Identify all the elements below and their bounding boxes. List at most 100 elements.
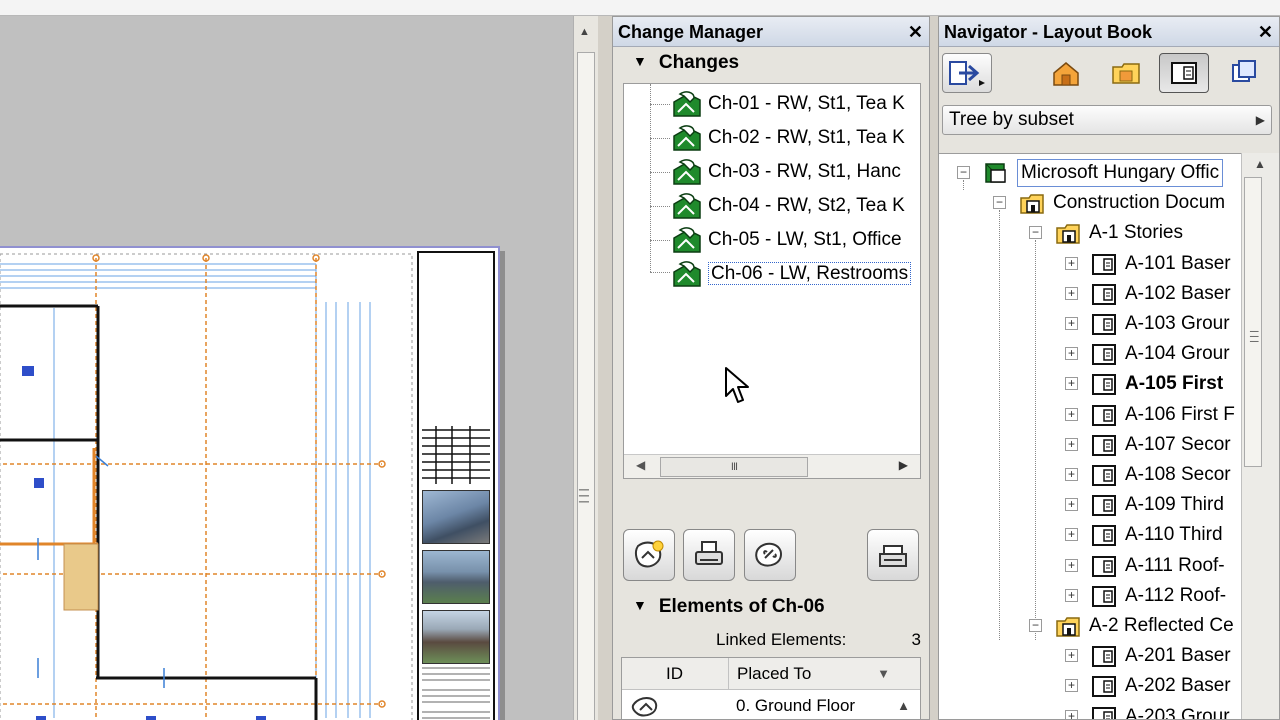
- expand-icon[interactable]: +: [1065, 347, 1078, 360]
- expand-icon[interactable]: +: [1065, 528, 1078, 541]
- layout-sheet[interactable]: [0, 246, 500, 720]
- tree-item-layout[interactable]: + A-112 Roof-: [939, 581, 1241, 611]
- tree-item-layout[interactable]: + A-109 Third: [939, 490, 1241, 520]
- tree-item-layout[interactable]: + A-102 Baser: [939, 279, 1241, 309]
- expand-icon[interactable]: +: [1065, 559, 1078, 572]
- table-row[interactable]: 0. Ground Floor ▲: [622, 690, 920, 719]
- collapse-triangle-icon[interactable]: ▼: [633, 589, 647, 621]
- panel-title-bar: Navigator - Layout Book ✕: [939, 17, 1279, 47]
- new-change-button[interactable]: [623, 529, 675, 581]
- expand-icon[interactable]: +: [1065, 679, 1078, 692]
- layout-sheet-icon: [1092, 374, 1116, 395]
- expand-icon[interactable]: +: [1065, 710, 1078, 719]
- print-change-button[interactable]: [683, 529, 735, 581]
- close-icon[interactable]: ✕: [1258, 17, 1273, 47]
- expand-icon[interactable]: +: [1065, 498, 1078, 511]
- expand-icon[interactable]: +: [1065, 408, 1078, 421]
- tree-item-label: Microsoft Hungary Offic: [1017, 159, 1224, 187]
- scroll-thumb[interactable]: III: [660, 457, 808, 477]
- link-elements-button[interactable]: [744, 529, 796, 581]
- tree-item-label: A-1 Stories: [1089, 222, 1183, 243]
- layout-book-tree[interactable]: − Microsoft Hungary Offic − Construction Do…: [939, 153, 1241, 719]
- change-settings-button[interactable]: [867, 529, 919, 581]
- expand-icon[interactable]: +: [1065, 438, 1078, 451]
- change-icon: [673, 159, 701, 185]
- column-header-placed-to[interactable]: Placed To: [728, 658, 888, 690]
- project-map-button[interactable]: [1041, 53, 1091, 93]
- top-menu-strip: [0, 0, 1280, 16]
- tree-item-layout[interactable]: + A-105 First: [939, 369, 1241, 399]
- change-icon: [673, 193, 701, 219]
- scroll-up-arrow-icon[interactable]: ▲: [579, 26, 590, 38]
- expand-icon[interactable]: +: [1065, 287, 1078, 300]
- layout-sheet-icon: [1092, 495, 1116, 516]
- elements-section-header[interactable]: ▼ Elements of Ch-06: [613, 591, 825, 623]
- tree-connector: [650, 206, 670, 207]
- publisher-sets-button[interactable]: [1219, 53, 1269, 93]
- tree-item-label: A-111 Roof-: [1125, 555, 1225, 576]
- tree-item-label: A-106 First F: [1125, 404, 1235, 425]
- elements-table[interactable]: ID Placed To ▼ 0. Ground Floor ▲: [621, 657, 921, 719]
- tree-mode-dropdown[interactable]: Tree by subset ▶: [942, 105, 1272, 135]
- change-icon: [673, 91, 701, 117]
- layout-sheet-icon: [1092, 284, 1116, 305]
- changes-section-header[interactable]: ▼ Changes: [613, 47, 929, 79]
- dropdown-arrow-icon[interactable]: ▶: [1256, 106, 1265, 134]
- tree-item-label: A-103 Grour: [1125, 313, 1230, 334]
- tree-item-layout[interactable]: + A-103 Grour: [939, 309, 1241, 339]
- collapse-icon[interactable]: −: [993, 196, 1006, 209]
- expand-icon[interactable]: +: [1065, 257, 1078, 270]
- scroll-left-arrow-icon[interactable]: ◀: [636, 458, 645, 472]
- scroll-right-arrow-icon[interactable]: ▶: [899, 458, 908, 472]
- scroll-thumb[interactable]: [1244, 177, 1262, 467]
- layout-book-button[interactable]: [1159, 53, 1209, 93]
- change-item-selected[interactable]: Ch-06 - LW, Restrooms: [672, 257, 920, 291]
- change-item[interactable]: Ch-01 - RW, St1, Tea K: [672, 87, 920, 121]
- tree-item-subset[interactable]: − A-2 Reflected Ce: [939, 611, 1241, 641]
- expand-icon[interactable]: +: [1065, 377, 1078, 390]
- tree-item-layout[interactable]: + A-104 Grour: [939, 339, 1241, 369]
- tree-item-subset[interactable]: − Construction Docum: [939, 188, 1241, 218]
- collapse-triangle-icon[interactable]: ▼: [633, 45, 647, 77]
- collapse-icon[interactable]: −: [1029, 619, 1042, 632]
- scroll-up-arrow-icon[interactable]: ▲: [897, 690, 910, 719]
- panel-title-bar: Change Manager ✕: [613, 17, 929, 47]
- expand-icon[interactable]: +: [1065, 468, 1078, 481]
- expand-icon[interactable]: +: [1065, 649, 1078, 662]
- change-item[interactable]: Ch-05 - LW, St1, Office: [672, 223, 920, 257]
- change-item[interactable]: Ch-03 - RW, St1, Hanc: [672, 155, 920, 189]
- view-map-button[interactable]: [1101, 53, 1151, 93]
- tree-item-layout[interactable]: + A-107 Secor: [939, 430, 1241, 460]
- tree-item-layout[interactable]: + A-106 First F: [939, 400, 1241, 430]
- scroll-up-arrow-icon[interactable]: ▲: [1254, 157, 1266, 171]
- drawing-canvas[interactable]: ▲ ─ ─ ─: [0, 0, 598, 720]
- expand-icon[interactable]: +: [1065, 589, 1078, 602]
- change-item[interactable]: Ch-04 - RW, St2, Tea K: [672, 189, 920, 223]
- drawing-vertical-scrollbar[interactable]: ▲ ─ ─ ─: [573, 16, 598, 720]
- tree-item-subset[interactable]: − A-1 Stories: [939, 218, 1241, 248]
- close-icon[interactable]: ✕: [908, 17, 923, 47]
- tree-item-layout[interactable]: + A-110 Third: [939, 520, 1241, 550]
- tree-item-layout[interactable]: + A-201 Baser: [939, 641, 1241, 671]
- expand-icon[interactable]: +: [1065, 317, 1078, 330]
- changes-horizontal-scrollbar[interactable]: ◀ III ▶: [624, 454, 920, 478]
- change-icon: [673, 261, 701, 287]
- publish-button[interactable]: [942, 53, 992, 93]
- scroll-thumb[interactable]: [577, 52, 595, 720]
- tree-item-layout[interactable]: + A-101 Baser: [939, 249, 1241, 279]
- layout-sheet-icon: [1092, 586, 1116, 607]
- tree-item-layout[interactable]: + A-108 Secor: [939, 460, 1241, 490]
- tree-connector: [650, 240, 670, 241]
- tree-item-layout[interactable]: + A-202 Baser: [939, 671, 1241, 701]
- column-header-id[interactable]: ID: [666, 658, 683, 690]
- tree-vertical-scrollbar[interactable]: ▲ ─ ─ ─: [1241, 153, 1279, 719]
- collapse-icon[interactable]: −: [1029, 226, 1042, 239]
- tree-item-project[interactable]: − Microsoft Hungary Offic: [939, 158, 1241, 188]
- sort-down-icon[interactable]: ▼: [877, 658, 890, 690]
- layout-sheet-icon: [1092, 314, 1116, 335]
- tree-item-layout[interactable]: + A-111 Roof-: [939, 551, 1241, 581]
- tree-item-layout[interactable]: + A-203 Grour: [939, 702, 1241, 719]
- changes-list[interactable]: Ch-01 - RW, St1, Tea K Ch-02 - RW, St1, …: [623, 83, 921, 479]
- change-item[interactable]: Ch-02 - RW, St1, Tea K: [672, 121, 920, 155]
- collapse-icon[interactable]: −: [957, 166, 970, 179]
